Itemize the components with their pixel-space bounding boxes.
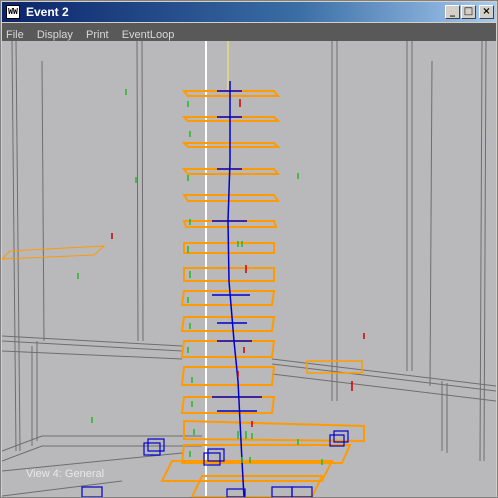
app-icon[interactable]: WW [6, 5, 20, 19]
menu-print[interactable]: Print [82, 26, 113, 41]
event-window: WW Event 2 _ □ × File Display Print Even… [0, 0, 498, 498]
detector-scene [2, 41, 496, 497]
event-display-viewport[interactable]: View 4: General [2, 41, 496, 497]
title-bar[interactable]: WW Event 2 _ □ × [2, 2, 496, 22]
hits-green [77, 89, 323, 465]
close-button[interactable]: × [479, 5, 494, 19]
window-title: Event 2 [26, 5, 69, 19]
maximize-button[interactable]: □ [461, 5, 476, 19]
menu-display[interactable]: Display [33, 26, 77, 41]
view-label: View 4: General [26, 468, 105, 480]
menu-file[interactable]: File [2, 26, 28, 41]
minimize-button[interactable]: _ [445, 5, 460, 19]
menu-eventloop[interactable]: EventLoop [118, 26, 179, 41]
menu-bar: File Display Print EventLoop [2, 23, 496, 41]
